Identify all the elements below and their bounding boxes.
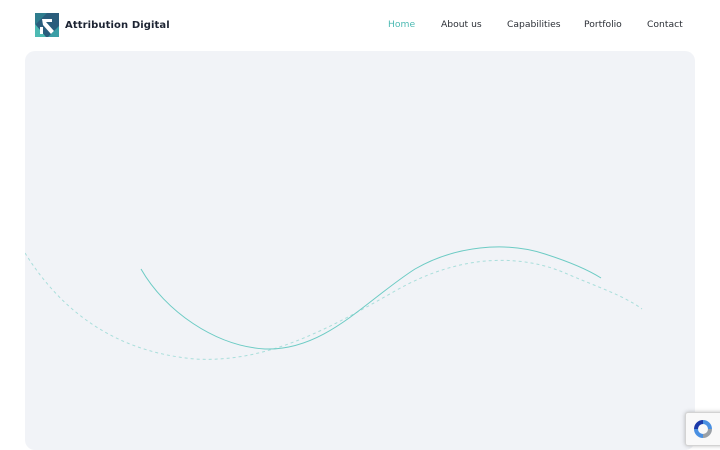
dashed-wave-line bbox=[25, 252, 643, 360]
nav-item-home[interactable]: Home bbox=[388, 19, 415, 30]
solid-wave-line bbox=[140, 246, 602, 350]
nav-item-contact[interactable]: Contact bbox=[647, 19, 683, 30]
nav-item-portfolio[interactable]: Portfolio bbox=[584, 19, 622, 30]
nav-item-about-us[interactable]: About us bbox=[441, 19, 482, 30]
nav-item-capabilities[interactable]: Capabilities bbox=[507, 19, 561, 30]
recaptcha-icon bbox=[694, 420, 712, 438]
hero-panel bbox=[25, 51, 695, 450]
site-header: Attribution Digital Home About us Capabi… bbox=[0, 0, 720, 50]
hero-wave-decoration bbox=[25, 246, 643, 360]
recaptcha-badge[interactable] bbox=[685, 412, 720, 446]
main-nav: Home About us Capabilities Portfolio Con… bbox=[0, 19, 720, 33]
